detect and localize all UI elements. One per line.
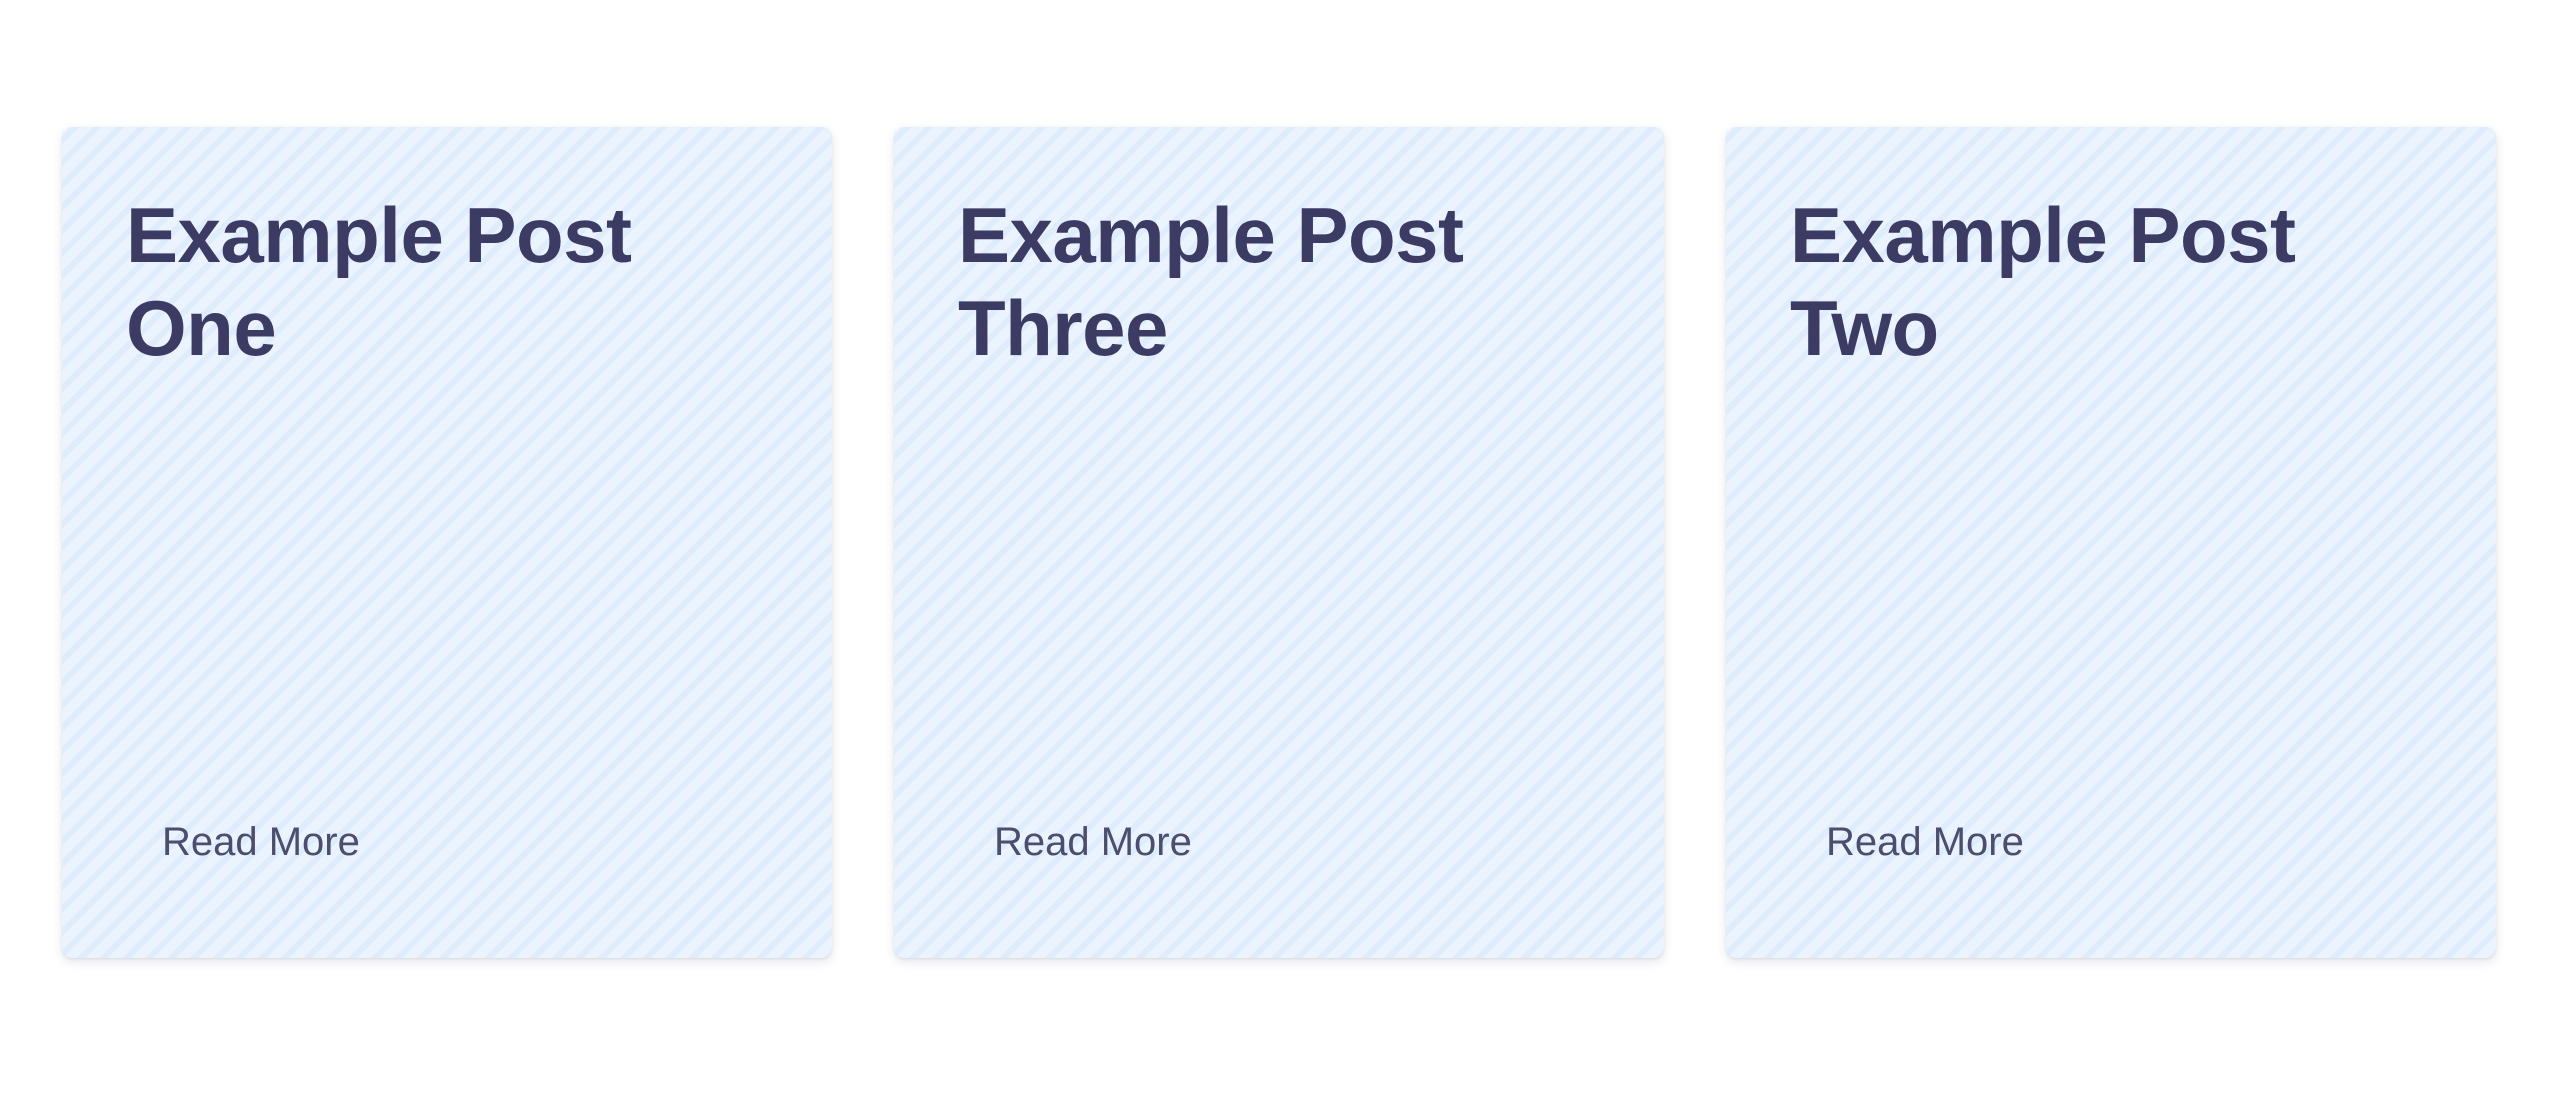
- read-more-link[interactable]: Read More: [162, 817, 360, 867]
- post-card-one[interactable]: Example Post One Read More: [62, 127, 832, 958]
- post-card-grid: Example Post One Read More Example Post …: [62, 127, 2496, 958]
- post-card-two[interactable]: Example Post Two Read More: [1726, 127, 2496, 958]
- post-title: Example Post Two: [1790, 191, 2296, 372]
- read-more-link[interactable]: Read More: [994, 817, 1192, 867]
- post-title: Example Post One: [126, 191, 632, 372]
- read-more-link[interactable]: Read More: [1826, 817, 2024, 867]
- post-card-three[interactable]: Example Post Three Read More: [894, 127, 1664, 958]
- post-title: Example Post Three: [958, 191, 1464, 372]
